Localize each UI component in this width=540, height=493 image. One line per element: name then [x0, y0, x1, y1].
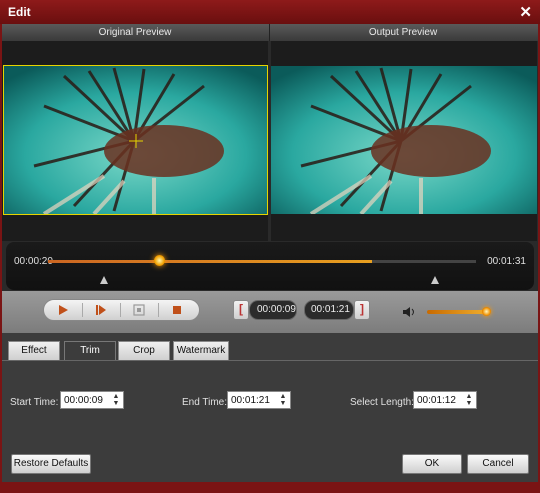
trim-start-display: 00:00:09 — [249, 300, 297, 320]
divider — [158, 303, 159, 317]
volume-slider[interactable] — [427, 310, 489, 314]
set-start-button[interactable]: [ — [233, 300, 249, 320]
playback-button-group — [43, 299, 200, 321]
select-length-label: Select Length: — [350, 397, 414, 408]
volume-icon[interactable] — [402, 306, 416, 321]
trim-end-display: 00:01:21 — [304, 300, 354, 320]
ok-button[interactable]: OK — [402, 454, 462, 474]
snapshot-icon — [133, 304, 145, 316]
trim-end-value: 00:01:21 — [311, 304, 350, 315]
tab-crop[interactable]: Crop — [118, 341, 170, 360]
divider — [82, 303, 83, 317]
lionfish-output-image — [271, 66, 537, 214]
stop-button[interactable] — [162, 302, 192, 318]
window-title: Edit — [8, 5, 31, 19]
close-icon[interactable]: ✕ — [519, 3, 532, 21]
tab-effect[interactable]: Effect — [8, 341, 60, 360]
snapshot-button[interactable] — [124, 302, 154, 318]
select-length-field[interactable]: 00:01:12 ▲ ▼ — [413, 391, 477, 409]
end-time-value: 00:01:21 — [231, 395, 270, 406]
play-icon — [59, 305, 68, 315]
playback-controls: [ 00:00:09 00:01:21 ] — [2, 291, 538, 333]
trim-start-marker[interactable] — [100, 276, 108, 284]
spinner-arrows-icon[interactable]: ▲ ▼ — [278, 393, 288, 407]
restore-defaults-button[interactable]: Restore Defaults — [11, 454, 91, 474]
trim-end-marker[interactable] — [431, 276, 439, 284]
start-time-value: 00:00:09 — [64, 395, 103, 406]
output-video-frame — [271, 66, 537, 214]
settings-area: Effect Trim Crop Watermark Start Time: 0… — [2, 333, 538, 482]
spinner-arrows-icon[interactable]: ▲ ▼ — [464, 393, 474, 407]
dialog-button-bar: Restore Defaults OK Cancel — [2, 445, 538, 482]
set-end-button[interactable]: ] — [354, 300, 370, 320]
speaker-glyph — [403, 307, 414, 317]
trim-start-value: 00:00:09 — [257, 304, 296, 315]
start-time-field[interactable]: 00:00:09 ▲ ▼ — [60, 391, 124, 409]
original-video-frame[interactable] — [3, 65, 268, 215]
edit-window: Edit ✕ Original Preview Output Preview 0… — [0, 0, 540, 493]
lionfish-video-image — [4, 66, 267, 214]
window-client: Original Preview Output Preview 00:00:20… — [2, 24, 538, 482]
timeline-selection — [48, 260, 372, 263]
output-preview-label: Output Preview — [368, 27, 438, 38]
title-bar: Edit ✕ — [0, 0, 540, 24]
preview-header: Original Preview Output Preview — [2, 24, 538, 41]
end-time-field[interactable]: 00:01:21 ▲ ▼ — [227, 391, 291, 409]
output-preview-pane — [271, 41, 537, 241]
stop-icon — [173, 306, 181, 314]
next-frame-icon — [96, 305, 106, 315]
original-preview-label: Original Preview — [98, 27, 172, 38]
next-frame-button[interactable] — [86, 302, 116, 318]
cancel-button[interactable]: Cancel — [467, 454, 529, 474]
total-time: 00:01:31 — [487, 256, 526, 267]
spinner-arrows-icon[interactable]: ▲ ▼ — [111, 393, 121, 407]
select-length-value: 00:01:12 — [417, 395, 456, 406]
playhead-handle[interactable] — [154, 255, 165, 266]
tab-trim[interactable]: Trim — [64, 341, 116, 360]
volume-knob[interactable] — [482, 307, 491, 316]
start-time-label: Start Time: — [10, 397, 59, 408]
divider — [120, 303, 121, 317]
end-time-label: End Time: — [182, 397, 228, 408]
play-button[interactable] — [48, 302, 78, 318]
timeline-bar: 00:00:20 00:01:31 — [6, 242, 534, 290]
tab-watermark[interactable]: Watermark — [173, 341, 229, 360]
original-preview-pane — [2, 41, 268, 241]
